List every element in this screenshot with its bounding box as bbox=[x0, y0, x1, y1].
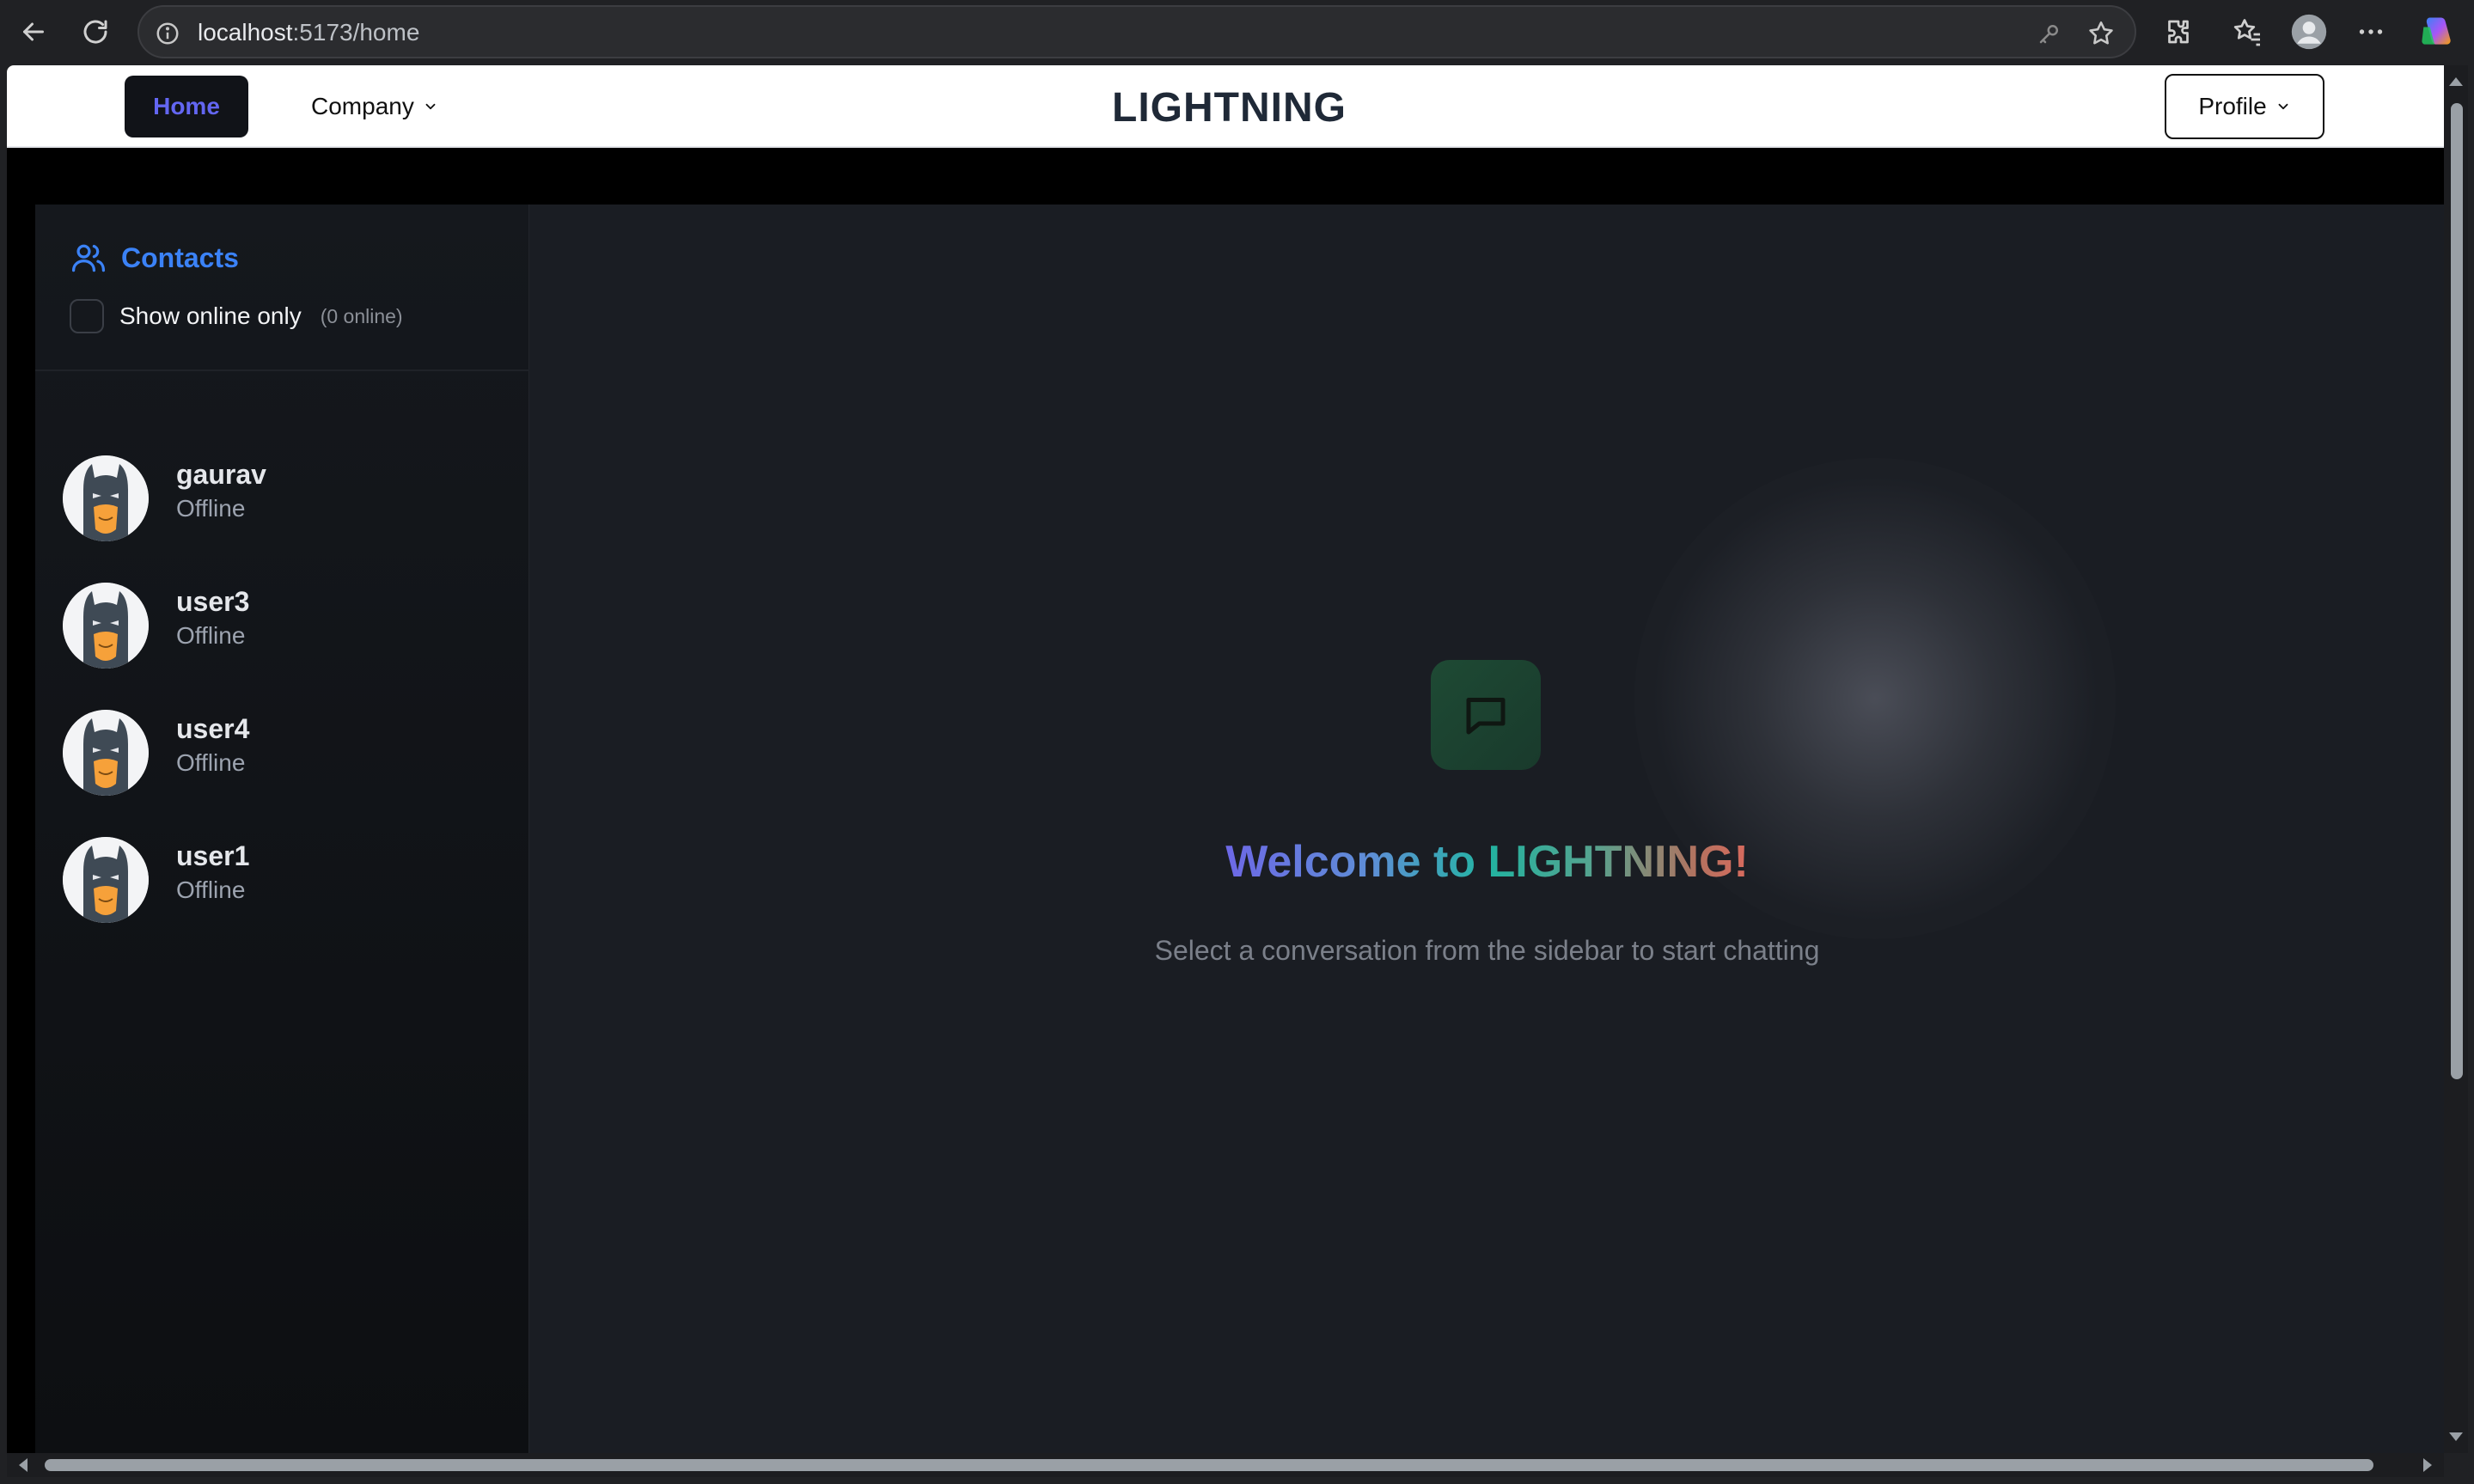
chat-app: Contacts Show online only (0 online) gau… bbox=[35, 205, 2444, 1453]
top-navbar: Home Company LIGHTNING Profile bbox=[7, 65, 2444, 148]
message-square-icon bbox=[1466, 698, 1506, 735]
company-menu-button[interactable]: Company bbox=[311, 76, 438, 137]
welcome-heading: Welcome to LIGHTNING! bbox=[530, 836, 2444, 888]
chat-icon-badge bbox=[1431, 660, 1541, 770]
contacts-sidebar: Contacts Show online only (0 online) gau… bbox=[35, 205, 529, 1453]
copilot-icon bbox=[2422, 17, 2451, 45]
contact-name: user1 bbox=[176, 840, 250, 871]
batman-avatar-icon bbox=[63, 837, 149, 923]
contact-item[interactable]: user4 Offline bbox=[56, 694, 520, 804]
chevron-down-icon bbox=[2278, 103, 2288, 110]
horizontal-scrollbar[interactable] bbox=[7, 1453, 2444, 1477]
users-icon bbox=[71, 244, 106, 272]
back-arrow-icon bbox=[23, 22, 44, 41]
site-info-icon[interactable] bbox=[155, 21, 180, 46]
reload-icon bbox=[83, 20, 107, 44]
user-avatar-icon bbox=[2291, 14, 2327, 50]
avatar bbox=[63, 710, 149, 796]
chevron-down-icon bbox=[425, 103, 436, 110]
page-viewport: Home Company LIGHTNING Profile Contacts … bbox=[7, 65, 2444, 1453]
scrollbar-thumb[interactable] bbox=[2451, 103, 2463, 1079]
batman-avatar-icon bbox=[63, 455, 149, 541]
favorites-button[interactable] bbox=[2227, 12, 2267, 52]
more-dots-icon bbox=[2359, 29, 2383, 34]
favorites-icon bbox=[2233, 19, 2260, 46]
url-path: :5173/home bbox=[292, 19, 420, 46]
scroll-right-arrow[interactable] bbox=[2423, 1458, 2432, 1472]
contact-status: Offline bbox=[176, 495, 246, 522]
address-bar[interactable]: localhost:5173/home bbox=[137, 5, 2136, 58]
vertical-scrollbar[interactable] bbox=[2444, 65, 2468, 1453]
online-filter[interactable]: Show online only (0 online) bbox=[70, 299, 403, 333]
contact-item[interactable]: user1 Offline bbox=[56, 821, 520, 931]
contact-item[interactable]: user3 Offline bbox=[56, 567, 520, 677]
profile-menu-button[interactable]: Profile bbox=[2165, 74, 2324, 139]
url-text[interactable]: localhost:5173/home bbox=[198, 19, 419, 46]
contact-status: Offline bbox=[176, 876, 246, 903]
batman-avatar-icon bbox=[63, 710, 149, 796]
contact-name: gaurav bbox=[176, 459, 266, 490]
welcome-brand: LIGHTNING! bbox=[1487, 837, 1749, 887]
contact-name: user4 bbox=[176, 713, 250, 744]
contact-item[interactable]: gaurav Offline bbox=[56, 440, 520, 550]
scroll-up-arrow[interactable] bbox=[2449, 77, 2463, 86]
copilot-button[interactable] bbox=[2416, 12, 2456, 52]
avatar bbox=[63, 455, 149, 541]
home-nav-button[interactable]: Home bbox=[125, 76, 248, 137]
browser-toolbar: localhost:5173/home bbox=[0, 0, 2474, 65]
extensions-button[interactable] bbox=[2159, 12, 2198, 52]
online-filter-label[interactable]: Show online only bbox=[119, 302, 302, 330]
contacts-heading: Contacts bbox=[70, 239, 239, 277]
contact-status: Offline bbox=[176, 749, 246, 776]
welcome-subtitle: Select a conversation from the sidebar t… bbox=[1154, 935, 1820, 966]
bookmark-star-icon[interactable] bbox=[2086, 19, 2116, 48]
scroll-left-arrow[interactable] bbox=[19, 1458, 27, 1472]
avatar bbox=[63, 837, 149, 923]
profile-avatar-button[interactable] bbox=[2289, 12, 2329, 52]
back-button[interactable] bbox=[14, 12, 53, 52]
scrollbar-thumb[interactable] bbox=[45, 1459, 2373, 1471]
brand-logo[interactable]: LIGHTNING bbox=[1112, 84, 1347, 131]
batman-avatar-icon bbox=[63, 583, 149, 669]
chat-main-panel: Welcome to LIGHTNING! Select a conversat… bbox=[530, 205, 2444, 1453]
welcome-prefix: Welcome to bbox=[1225, 837, 1488, 887]
company-label: Company bbox=[311, 93, 414, 119]
avatar bbox=[63, 583, 149, 669]
profile-label: Profile bbox=[2198, 93, 2267, 119]
scroll-down-arrow[interactable] bbox=[2449, 1432, 2463, 1441]
online-count: (0 online) bbox=[320, 304, 403, 327]
url-host: localhost bbox=[198, 19, 293, 46]
sidebar-header: Contacts Show online only (0 online) bbox=[35, 205, 529, 371]
contacts-title: Contacts bbox=[121, 241, 239, 273]
key-icon[interactable] bbox=[2037, 21, 2062, 46]
reload-button[interactable] bbox=[76, 12, 115, 52]
more-menu-button[interactable] bbox=[2351, 12, 2391, 52]
online-only-checkbox[interactable] bbox=[70, 299, 104, 333]
contact-status: Offline bbox=[176, 622, 246, 649]
puzzle-icon bbox=[2168, 20, 2189, 44]
contact-name: user3 bbox=[176, 586, 250, 617]
